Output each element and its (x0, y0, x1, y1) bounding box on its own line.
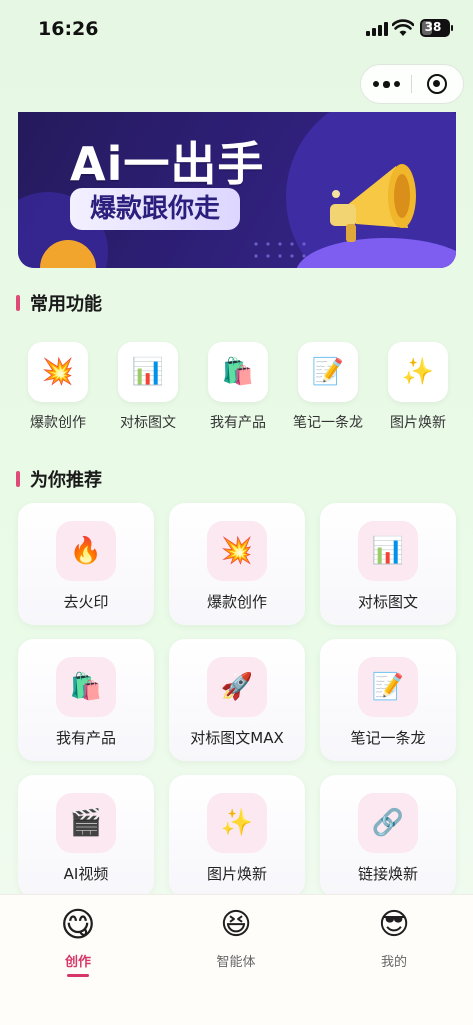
common-item-notes[interactable]: 📝 笔记一条龙 (288, 342, 368, 432)
yum-face-icon: 😋 (60, 905, 96, 945)
section-common-header: 常用功能 (16, 290, 102, 316)
banner-subtitle: 爆款跟你走 (70, 188, 241, 230)
rec-card-label: 对标图文MAX (190, 729, 284, 747)
more-dots-icon[interactable] (361, 65, 411, 103)
shopping-bags-icon: 🛍️ (208, 342, 268, 402)
common-item-image-refresh[interactable]: ✨ 图片焕新 (378, 342, 458, 432)
common-item-product[interactable]: 🛍️ 我有产品 (198, 342, 278, 432)
banner-title: Ai一出手 (70, 137, 265, 191)
common-item-label: 对标图文 (120, 415, 176, 431)
rec-card-image-refresh[interactable]: ✨ 图片焕新 (169, 775, 305, 897)
common-item-baokuan[interactable]: 💥 爆款创作 (18, 342, 98, 432)
target-circle-icon[interactable] (427, 74, 447, 94)
common-features-row: 💥 爆款创作 📊 对标图文 🛍️ 我有产品 📝 笔记一条龙 ✨ 图片焕新 (18, 342, 458, 432)
section-recommend-title: 为你推荐 (30, 470, 102, 491)
rec-card-product[interactable]: 🛍️ 我有产品 (18, 639, 154, 761)
rec-card-ai-video[interactable]: 🎬 AI视频 (18, 775, 154, 897)
rec-card-remove-watermark[interactable]: 🔥 去火印 (18, 503, 154, 625)
explosion-icon: 💥 (207, 521, 267, 581)
rec-card-label: 笔记一条龙 (350, 729, 426, 747)
rocket-icon: 🚀 (207, 657, 267, 717)
rec-card-label: 对标图文 (357, 593, 418, 611)
promo-banner[interactable]: Ai一出手 爆款跟你走 (18, 112, 456, 268)
common-item-label: 我有产品 (210, 415, 266, 431)
megaphone-icon (330, 164, 416, 242)
tab-agents[interactable]: 😆 智能体 (186, 905, 286, 970)
memo-icon: 📝 (298, 342, 358, 402)
rec-card-label: AI视频 (63, 865, 109, 883)
cellular-signal-icon (366, 22, 388, 36)
common-item-label: 图片焕新 (390, 415, 446, 431)
tab-create[interactable]: 😋 创作 (28, 905, 128, 977)
section-common-title: 常用功能 (30, 294, 102, 315)
link-icon: 🔗 (358, 793, 418, 853)
rec-card-duibiao-max[interactable]: 🚀 对标图文MAX (169, 639, 305, 761)
bottom-tab-bar: 😋 创作 😆 智能体 😎 我的 (0, 894, 473, 1025)
wifi-icon (392, 19, 414, 36)
tab-create-label: 创作 (64, 955, 91, 970)
memo-icon: 📝 (358, 657, 418, 717)
sunglasses-face-icon: 😎 (378, 907, 410, 942)
rec-card-duibiao[interactable]: 📊 对标图文 (320, 503, 456, 625)
capsule-divider (411, 75, 412, 93)
rec-card-label: 去火印 (63, 593, 109, 611)
miniprogram-capsule (360, 64, 464, 104)
rec-card-label: 图片焕新 (206, 865, 267, 883)
common-item-label: 爆款创作 (30, 415, 86, 431)
rec-card-label: 爆款创作 (206, 593, 267, 611)
section-accent-bar (16, 295, 20, 311)
sparkles-icon: ✨ (388, 342, 448, 402)
battery-icon: 38 (420, 19, 453, 37)
common-item-label: 笔记一条龙 (293, 415, 363, 431)
section-recommend-header: 为你推荐 (16, 466, 102, 492)
tab-agents-label: 智能体 (216, 955, 256, 970)
sparkles-icon: ✨ (207, 793, 267, 853)
status-bar: 16:26 38 (0, 0, 473, 60)
rec-card-label: 链接焕新 (357, 865, 418, 883)
fire-icon: 🔥 (56, 521, 116, 581)
section-accent-bar (16, 471, 20, 487)
rec-card-notes[interactable]: 📝 笔记一条龙 (320, 639, 456, 761)
explosion-icon: 💥 (28, 342, 88, 402)
bar-chart-icon: 📊 (358, 521, 418, 581)
common-item-duibiao[interactable]: 📊 对标图文 (108, 342, 188, 432)
tab-mine-label: 我的 (380, 955, 407, 970)
shopping-bags-icon: 🛍️ (56, 657, 116, 717)
status-time: 16:26 (38, 18, 99, 40)
rec-card-label: 我有产品 (55, 729, 116, 747)
rec-card-baokuan[interactable]: 💥 爆款创作 (169, 503, 305, 625)
tab-mine[interactable]: 😎 我的 (344, 905, 444, 970)
rec-card-link-refresh[interactable]: 🔗 链接焕新 (320, 775, 456, 897)
laughing-face-icon: 😆 (220, 907, 252, 942)
bar-chart-icon: 📊 (118, 342, 178, 402)
clapper-board-icon: 🎬 (56, 793, 116, 853)
active-tab-indicator (67, 974, 89, 977)
battery-level: 38 (424, 20, 442, 34)
